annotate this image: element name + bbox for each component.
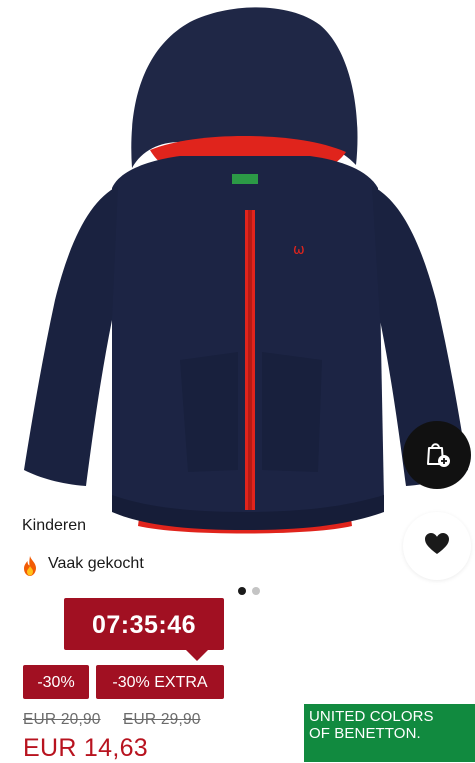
original-price-reference: EUR 29,90 — [123, 711, 201, 728]
brand-logo[interactable]: UNITED COLORS OF BENETTON. — [304, 704, 475, 762]
original-price: EUR 20,90 — [23, 711, 101, 728]
category-tag: Kinderen — [0, 508, 108, 544]
carousel-dot-2[interactable] — [252, 587, 260, 595]
brand-logo-line-1: UNITED COLORS — [309, 708, 434, 725]
brand-logo-line-2: OF BENETTON. — [309, 725, 421, 742]
add-to-bag-button[interactable] — [403, 421, 471, 489]
svg-text:ω: ω — [293, 242, 305, 258]
current-price: EUR 14,63 — [23, 734, 148, 762]
category-tag-label: Kinderen — [22, 517, 87, 534]
heart-icon — [424, 532, 450, 561]
discount-badge: -30% — [23, 665, 89, 699]
countdown-pointer — [186, 650, 208, 661]
fire-icon — [22, 554, 38, 576]
extra-discount-badge: -30% EXTRA — [96, 665, 224, 699]
popular-tag-label: Vaak gekocht — [48, 555, 144, 572]
shopping-bag-plus-icon — [422, 438, 452, 473]
wishlist-button[interactable] — [403, 512, 471, 580]
carousel-dot-1[interactable] — [238, 587, 246, 595]
carousel-indicator — [238, 587, 260, 595]
countdown-timer: 07:35:46 — [64, 598, 224, 650]
popular-tag: Vaak gekocht — [0, 546, 172, 582]
